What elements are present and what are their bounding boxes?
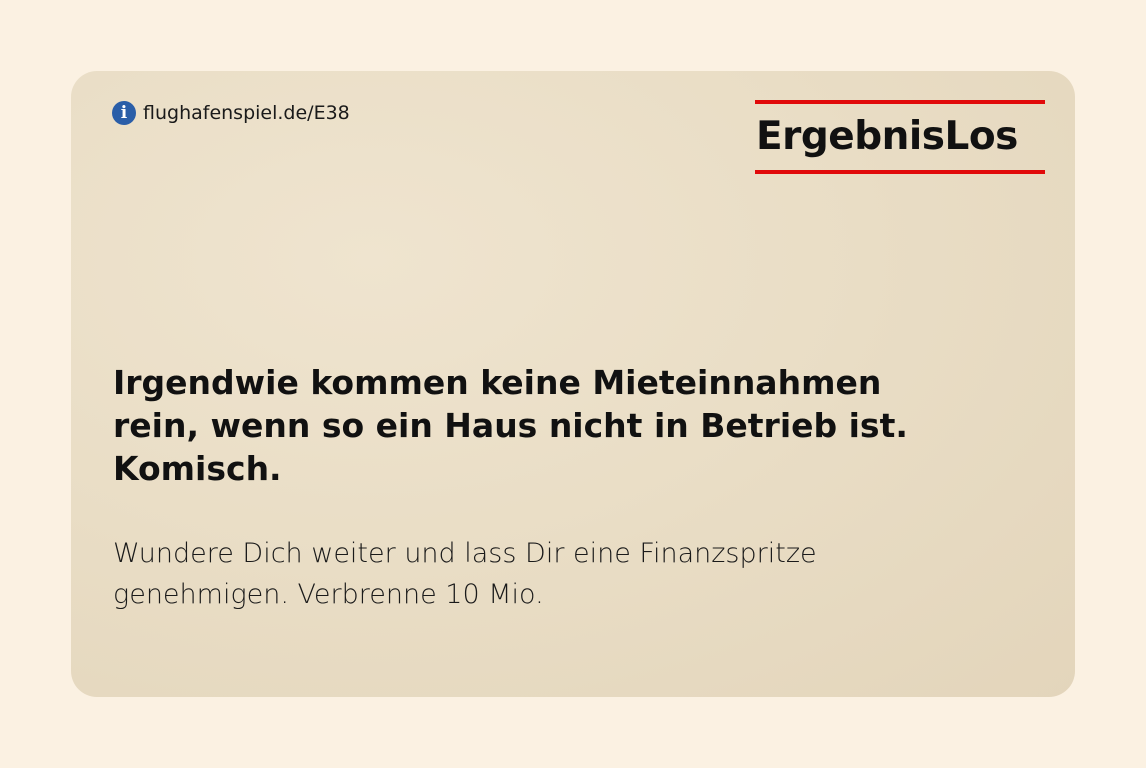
info-link[interactable]: i flughafenspiel.de/E38 (112, 101, 350, 125)
link-text[interactable]: flughafenspiel.de/E38 (143, 102, 350, 124)
info-icon: i (112, 101, 136, 125)
brand-header: ErgebnisLos (755, 100, 1045, 174)
bottom-red-rule (755, 170, 1045, 174)
card-headline: Irgendwie kommen keine Mieteinnahmen rei… (113, 363, 908, 488)
result-card: i flughafenspiel.de/E38 ErgebnisLos Irge… (71, 71, 1075, 697)
brand-title: ErgebnisLos (756, 114, 1018, 159)
card-body: Wundere Dich weiter und lass Dir eine Fi… (113, 538, 817, 610)
